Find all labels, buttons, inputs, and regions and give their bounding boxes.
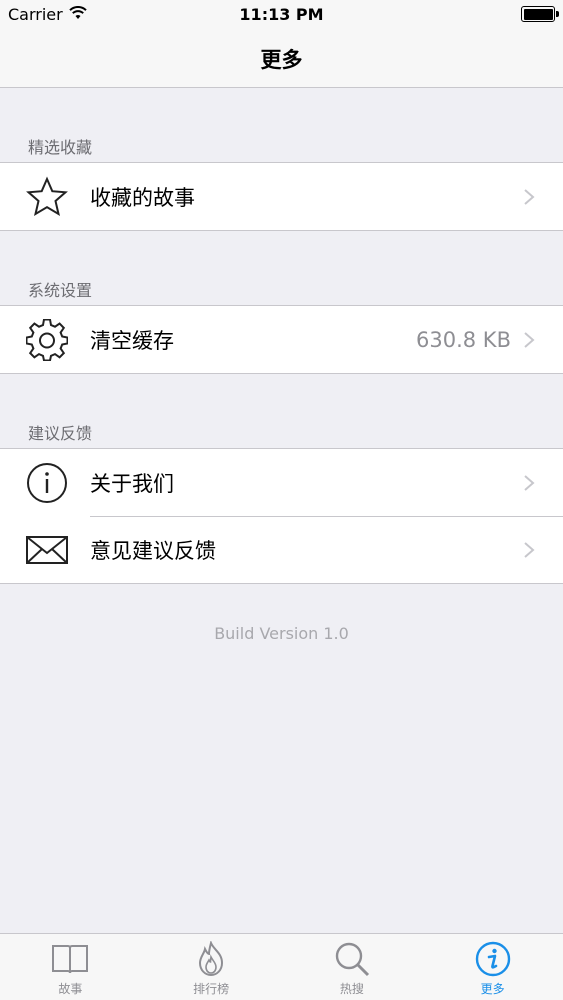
status-bar: Carrier 11:13 PM	[0, 0, 563, 30]
star-icon	[26, 175, 68, 218]
feedback-group: 关于我们 意见建议反馈	[0, 448, 563, 584]
tab-label: 更多	[480, 982, 505, 996]
chevron-right-icon	[523, 541, 535, 559]
clear-cache-row[interactable]: 清空缓存 630.8 KB	[0, 306, 563, 373]
tab-stories[interactable]: 故事	[0, 934, 141, 1000]
page-title: 更多	[260, 47, 303, 72]
info-icon	[26, 462, 68, 504]
chevron-right-icon	[523, 474, 535, 492]
tab-hot-search[interactable]: 热搜	[282, 934, 423, 1000]
favorites-group: 收藏的故事	[0, 162, 563, 231]
search-icon	[332, 940, 372, 978]
book-icon	[50, 940, 90, 978]
section-header-favorites: 精选收藏	[28, 138, 93, 157]
row-label: 关于我们	[90, 471, 174, 496]
row-label: 清空缓存	[90, 328, 174, 353]
row-label: 意见建议反馈	[90, 538, 216, 563]
gear-icon	[26, 318, 68, 361]
mail-icon	[26, 529, 68, 571]
tab-ranking[interactable]: 排行榜	[141, 934, 282, 1000]
settings-group: 清空缓存 630.8 KB	[0, 305, 563, 374]
about-us-row[interactable]: 关于我们	[0, 449, 563, 516]
status-time: 11:13 PM	[239, 5, 324, 24]
flame-icon	[191, 940, 231, 978]
section-header-settings: 系统设置	[28, 281, 93, 300]
tab-more[interactable]: 更多	[422, 934, 563, 1000]
battery-icon	[521, 6, 559, 22]
tab-bar: 故事 排行榜 热搜 更多	[0, 933, 563, 1000]
chevron-right-icon	[523, 188, 535, 206]
tab-label: 故事	[58, 982, 83, 996]
tab-label: 排行榜	[193, 982, 230, 996]
cache-size-value: 630.8 KB	[416, 327, 511, 352]
info-circle-icon	[473, 940, 513, 978]
tab-label: 热搜	[339, 982, 364, 996]
feedback-row[interactable]: 意见建议反馈	[0, 516, 563, 583]
chevron-right-icon	[523, 331, 535, 349]
row-label: 收藏的故事	[90, 185, 195, 210]
section-header-feedback: 建议反馈	[28, 424, 93, 443]
navigation-bar: 更多	[0, 30, 563, 88]
build-version-label: Build Version 1.0	[214, 624, 349, 643]
favorite-stories-row[interactable]: 收藏的故事	[0, 163, 563, 230]
